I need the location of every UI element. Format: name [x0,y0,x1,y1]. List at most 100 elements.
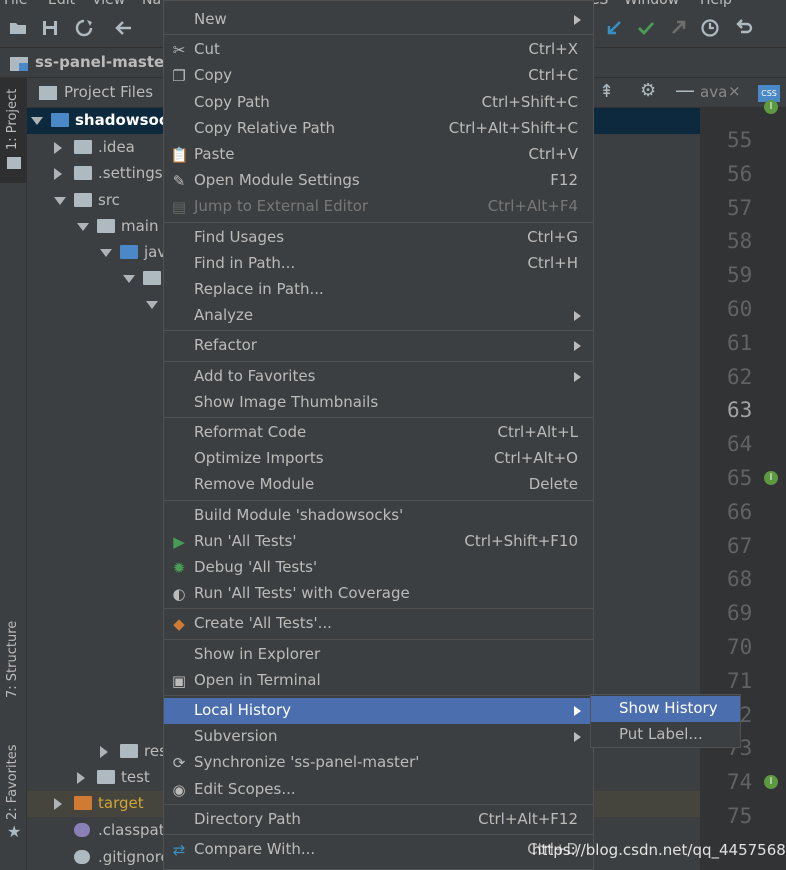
menu-item-copy-path[interactable]: Copy Path Ctrl+Shift+C [164,90,593,116]
menu-item-optimize-imports[interactable]: Optimize Imports Ctrl+Alt+O [164,446,593,472]
menu-item-shortcut: Ctrl+C [528,66,578,85]
menu-item-shortcut: Ctrl+G [527,227,578,246]
menu-item-shortcut: Ctrl+Alt+F12 [478,809,578,828]
menu-item-edit-scopes[interactable]: ◉ Edit Scopes... [164,777,593,803]
menu-item-remove-module[interactable]: Remove Module Delete [164,472,593,498]
menu-item-refactor[interactable]: Refactor [164,333,593,359]
line-number: 64 [727,432,753,457]
submenu-item-show-history[interactable]: Show History [591,696,740,722]
folder-icon [39,86,57,100]
menu-item-reformat-code[interactable]: Reformat Code Ctrl+Alt+L [164,420,593,446]
expanded-arrow-icon[interactable] [77,223,89,231]
expanded-arrow-icon[interactable] [146,301,158,309]
tree-row-label: .settings [98,164,163,182]
expanded-arrow-icon[interactable] [31,117,43,125]
menu-edit[interactable]: Edit [48,0,75,8]
menu-file[interactable]: File [4,0,27,8]
menu-item-shortcut: Delete [528,475,578,494]
panel-title[interactable]: Project Files [64,83,153,101]
collapsed-arrow-icon[interactable] [77,772,85,784]
implements-marker-icon[interactable]: I [764,100,778,114]
menu-item-compare-with[interactable]: ⇄ Compare With... Ctrl+D [164,837,593,863]
back-arrow-icon[interactable] [114,18,134,38]
folder-icon [74,166,92,180]
collapsed-arrow-icon[interactable] [54,168,62,180]
line-number: 67 [727,533,753,558]
menu-item-show-in-explorer[interactable]: Show in Explorer [164,642,593,668]
tree-row-label: main [121,217,159,235]
menu-item-create-all-tests[interactable]: ◆ Create 'All Tests'... [164,611,593,637]
implements-marker-icon[interactable]: I [764,471,778,485]
paste-icon: 📋 [170,146,189,164]
menu-item-run-all-tests[interactable]: ▶ Run 'All Tests' Ctrl+Shift+F10 [164,529,593,555]
menu-item-label: Find Usages [194,227,285,246]
menu-view[interactable]: View [92,0,125,8]
menu-item-debug-all-tests[interactable]: ✹ Debug 'All Tests' [164,555,593,581]
menu-item-copy-relative-path[interactable]: Copy Relative Path Ctrl+Alt+Shift+C [164,116,593,142]
menu-item-label: Refactor [194,336,257,355]
menu-separator [164,360,593,362]
menu-item-build-module-shadowsocks[interactable]: Build Module 'shadowsocks' [164,503,593,529]
tab-label[interactable]: ava [700,83,727,101]
submenu-item-put-label[interactable]: Put Label... [591,722,740,748]
revert-icon[interactable] [734,18,754,38]
history-clock-icon[interactable] [700,18,720,38]
collapsed-arrow-icon[interactable] [54,142,62,154]
folder-icon [74,796,92,810]
save-icon[interactable] [40,18,60,38]
collapsed-arrow-icon[interactable] [100,746,108,758]
gear-icon[interactable]: ⚙ [640,80,656,101]
line-number: 68 [727,567,753,592]
push-icon[interactable] [668,18,688,38]
menu-separator [164,221,593,223]
menu-item-jump-to-external-editor[interactable]: ▤ Jump to External Editor Ctrl+Alt+F4 [164,194,593,220]
structure-tool-label[interactable]: 7: Structure [5,621,20,698]
menu-item-label: Open Module Settings [194,171,360,190]
menu-item-subversion[interactable]: Subversion [164,724,593,750]
menu-help[interactable]: Help [700,0,732,8]
project-folder-icon [7,157,21,169]
folder-icon [120,744,138,758]
menu-item-open-module-settings[interactable]: ✎ Open Module Settings F12 [164,168,593,194]
menu-item-new[interactable]: New [164,7,593,33]
menu-item-add-to-favorites[interactable]: Add to Favorites [164,364,593,390]
menu-item-label: Create 'All Tests'... [194,614,332,633]
menu-item-open-in-terminal[interactable]: ▣ Open in Terminal [164,668,593,694]
menu-item-directory-path[interactable]: Directory Path Ctrl+Alt+F12 [164,807,593,833]
sync-icon[interactable] [74,18,94,38]
menu-item-find-usages[interactable]: Find Usages Ctrl+G [164,225,593,251]
expanded-arrow-icon[interactable] [123,275,135,283]
menu-item-synchronize-ss-panel-master[interactable]: ⟳ Synchronize 'ss-panel-master' [164,750,593,776]
project-tool-tab[interactable]: 1: Project [0,78,27,183]
menu-item-analyze[interactable]: Analyze [164,303,593,329]
submenu-arrow-icon [574,311,581,322]
menu-item-copy[interactable]: ❐ Copy Ctrl+C [164,63,593,89]
hide-panel-icon[interactable]: — [675,78,695,102]
line-number: 60 [727,297,753,321]
favorites-tool-label[interactable]: 2: Favorites [5,744,20,820]
menu-item-label: Cut [194,40,220,59]
menu-item-label: Jump to External Editor [194,197,369,216]
menu-window[interactable]: Window [624,0,679,8]
collapsed-arrow-icon[interactable] [54,798,62,810]
menu-item-run-all-tests-with-coverage[interactable]: ◐ Run 'All Tests' with Coverage [164,581,593,607]
implements-marker-icon[interactable]: I [764,775,778,789]
expanded-arrow-icon[interactable] [54,197,66,205]
menu-item-local-history[interactable]: Local History [164,698,593,724]
collapse-all-icon[interactable]: ⇞ [599,81,614,102]
line-number: 63 [727,398,753,423]
menu-item-label: Reformat Code [194,423,307,441]
menu-item-show-image-thumbnails[interactable]: Show Image Thumbnails [164,390,593,416]
close-tab-icon[interactable]: × [728,82,741,100]
menu-item-find-in-path[interactable]: Find in Path... Ctrl+H [164,251,593,277]
tree-row-label: .gitignore [98,848,170,866]
menu-separator [164,638,593,640]
menu-item-cut[interactable]: ✂ Cut Ctrl+X [164,37,593,63]
menu-item-paste[interactable]: 📋 Paste Ctrl+V [164,142,593,168]
expanded-arrow-icon[interactable] [100,249,112,257]
commit-icon[interactable] [636,18,656,38]
menu-item-replace-in-path[interactable]: Replace in Path... [164,277,593,303]
project-name[interactable]: ss-panel-master [35,53,172,71]
update-project-icon[interactable] [604,18,624,38]
open-folder-icon[interactable] [8,18,28,38]
